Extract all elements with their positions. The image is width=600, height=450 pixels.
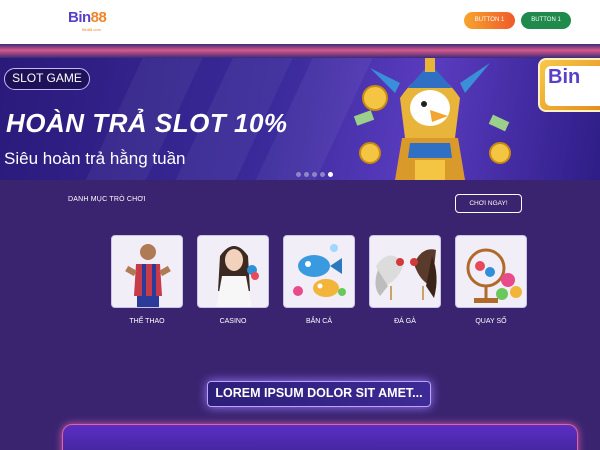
category-card-lottery[interactable] [455,235,527,308]
content-panel [62,424,578,450]
category-label: ĐÁ GÀ [394,318,416,325]
carousel-dot-active[interactable] [328,172,333,177]
eagle-pharaoh-illustration [353,58,511,180]
banner-tag: SLOT GAME [4,68,90,90]
cockfighting-icon [375,249,437,300]
lorem-button[interactable]: LOREM IPSUM DOLOR SIT AMET... [207,381,431,407]
football-player-icon [125,244,171,307]
lottery-balls-icon [466,248,522,303]
play-now-button[interactable]: CHƠI NGAY! [455,194,522,213]
carousel-dot[interactable] [304,172,309,177]
carousel-dot[interactable] [312,172,317,177]
category-label: CASINO [219,318,247,325]
banner-subtitle: Siêu hoàn trả hằng tuần [4,149,186,168]
logo[interactable]: Bin88 Bin88.com [68,9,114,35]
category-label: THỂ THAO [129,318,165,325]
section-title: DANH MỤC TRÒ CHƠI [68,196,146,203]
brand-badge: Bin [538,58,600,112]
header-divider [0,44,600,58]
category-card-sports[interactable] [111,235,183,308]
logo-text: Bin88 [68,9,107,26]
banner-title: HOÀN TRẢ SLOT 10% [6,108,288,138]
category-card-cockfight[interactable] [369,235,441,308]
category-label: QUAY SỐ [475,318,507,325]
carousel-dots [296,164,336,180]
category-card-fishing[interactable] [283,235,355,308]
category-card-casino[interactable] [197,235,269,308]
header-button-1[interactable]: BUTTON 1 [464,12,515,29]
carousel-dot[interactable] [296,172,301,177]
casino-dealer-icon [216,246,259,307]
category-label: BẮN CÁ [305,318,333,325]
header-button-2[interactable]: BUTTON 1 [521,12,571,29]
logo-tagline: Bin88.com [82,27,101,32]
promo-banner[interactable]: SLOT GAME HOÀN TRẢ SLOT 10% Siêu hoàn tr… [0,58,600,180]
fish-shooting-icon [293,244,346,297]
header: Bin88 Bin88.com BUTTON 1 BUTTON 1 [0,0,600,44]
carousel-dot[interactable] [320,172,325,177]
